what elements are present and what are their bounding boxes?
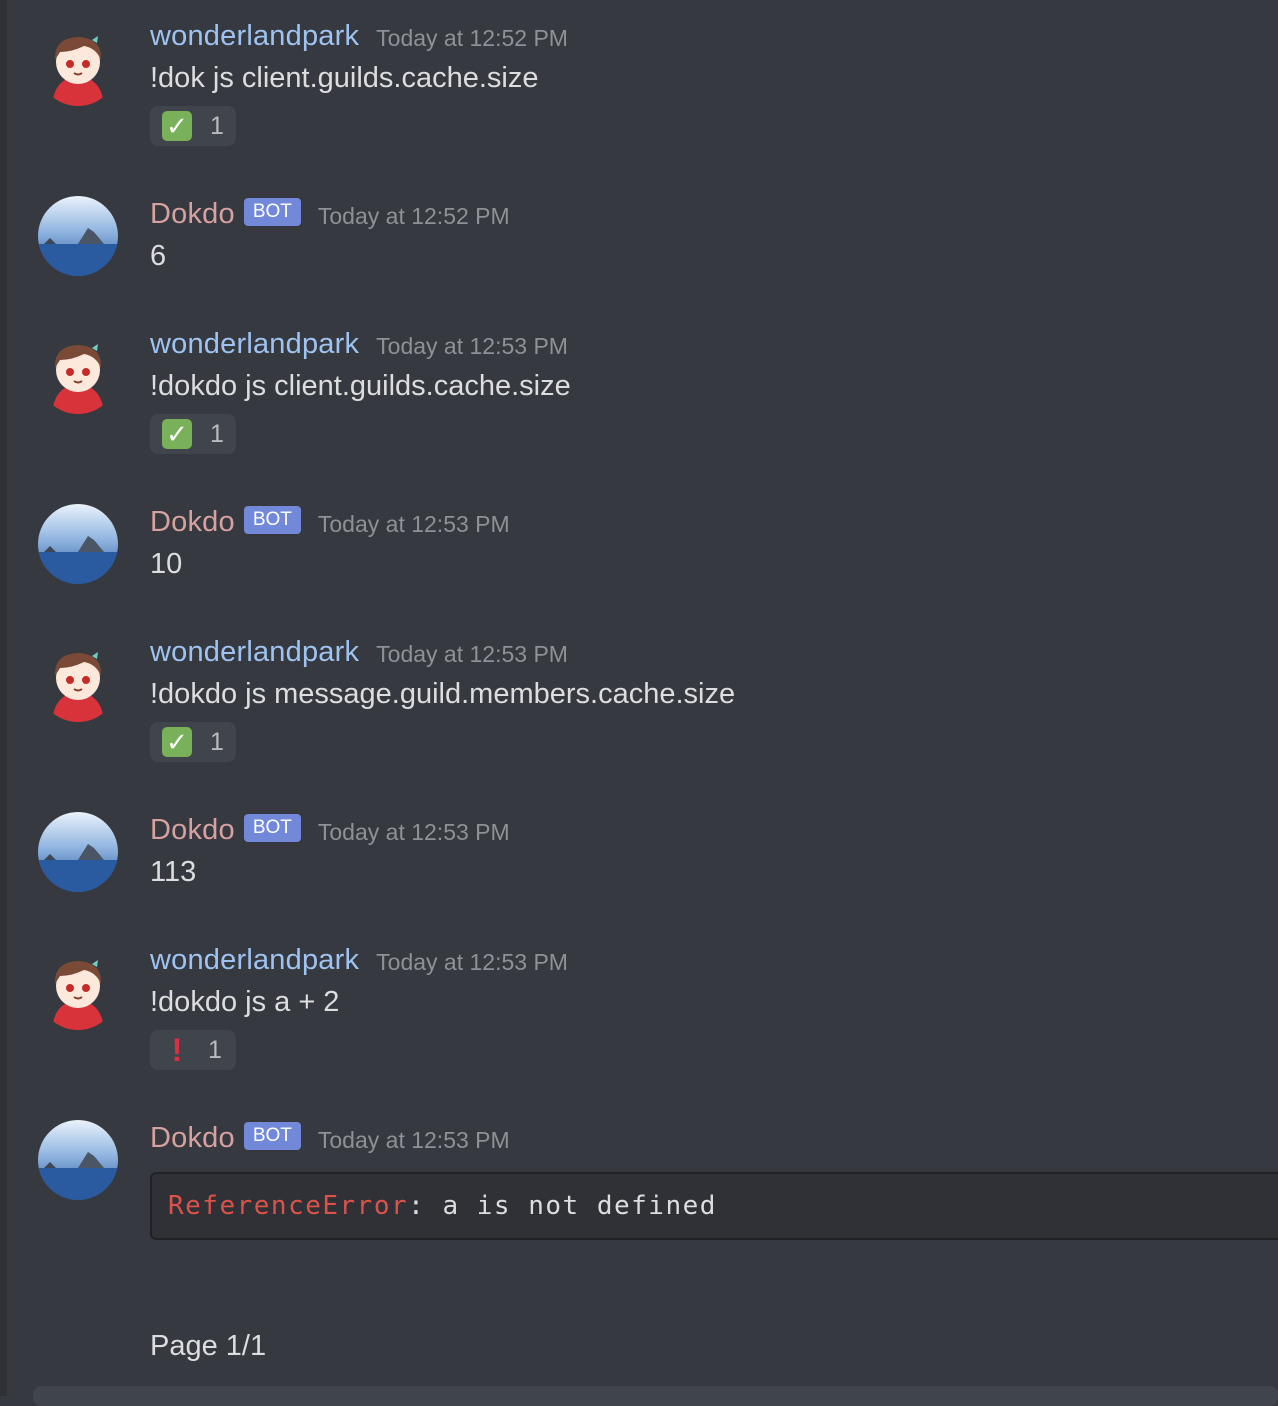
username[interactable]: wonderlandpark [150,20,359,53]
message-header: Dokdo BOT Today at 12:53 PM [150,500,510,544]
message-header: Dokdo BOT Today at 12:52 PM [150,192,510,236]
error-name: ReferenceError [168,1191,408,1221]
reaction-count: 1 [208,1036,222,1065]
username[interactable]: wonderlandpark [150,944,359,977]
timestamp[interactable]: Today at 12:52 PM [318,203,510,230]
bot-tag: BOT [244,814,301,842]
username[interactable]: Dokdo [150,814,235,847]
timestamp[interactable]: Today at 12:53 PM [376,949,568,976]
message-content: !dokdo js client.guilds.cache.size [150,370,571,403]
reaction-button[interactable]: ✓ 1 [150,722,236,762]
bot-tag: BOT [244,506,301,534]
timestamp[interactable]: Today at 12:53 PM [318,511,510,538]
message-content: !dokdo js a + 2 [150,986,339,1019]
username[interactable]: Dokdo [150,506,235,539]
user-avatar[interactable] [38,26,118,106]
message-list: wonderlandpark Today at 12:52 PM !dok js… [7,0,1278,1396]
reaction-count: 1 [210,112,224,141]
user-avatar[interactable] [38,642,118,722]
timestamp[interactable]: Today at 12:53 PM [318,819,510,846]
check-mark-icon: ✓ [162,111,192,141]
reaction-count: 1 [210,420,224,449]
username[interactable]: wonderlandpark [150,328,359,361]
username[interactable]: wonderlandpark [150,636,359,669]
timestamp[interactable]: Today at 12:53 PM [376,333,568,360]
left-gutter [0,0,7,1396]
reaction-button[interactable]: ✓ 1 [150,106,236,146]
page-indicator: Page 1/1 [150,1330,266,1363]
message-header: wonderlandpark Today at 12:53 PM [150,938,568,982]
username[interactable]: Dokdo [150,1122,235,1155]
code-block: ReferenceError: a is not defined [150,1172,1278,1240]
message-header: wonderlandpark Today at 12:53 PM [150,322,568,366]
message-content: !dok js client.guilds.cache.size [150,62,538,95]
reaction-count: 1 [210,728,224,757]
message-content: 10 [150,548,182,581]
message-content: 113 [150,856,196,889]
timestamp[interactable]: Today at 12:53 PM [318,1127,510,1154]
bot-tag: BOT [244,1122,301,1150]
bot-avatar[interactable] [38,504,118,584]
exclamation-mark-icon: ! [164,1035,190,1065]
check-mark-icon: ✓ [162,727,192,757]
bot-avatar[interactable] [38,1120,118,1200]
username[interactable]: Dokdo [150,198,235,231]
message-header: wonderlandpark Today at 12:52 PM [150,14,568,58]
reaction-button[interactable]: ! 1 [150,1030,236,1070]
bot-avatar[interactable] [38,812,118,892]
bot-tag: BOT [244,198,301,226]
user-avatar[interactable] [38,334,118,414]
reaction-button[interactable]: ✓ 1 [150,414,236,454]
error-message: : a is not defined [408,1191,717,1221]
bot-avatar[interactable] [38,196,118,276]
message-header: Dokdo BOT Today at 12:53 PM [150,808,510,852]
message-header: wonderlandpark Today at 12:53 PM [150,630,568,674]
message-input-bar[interactable] [33,1386,1278,1406]
message-content: !dokdo js message.guild.members.cache.si… [150,678,735,711]
message-header: Dokdo BOT Today at 12:53 PM [150,1116,510,1160]
message-content: 6 [150,240,166,273]
timestamp[interactable]: Today at 12:52 PM [376,25,568,52]
timestamp[interactable]: Today at 12:53 PM [376,641,568,668]
user-avatar[interactable] [38,950,118,1030]
check-mark-icon: ✓ [162,419,192,449]
